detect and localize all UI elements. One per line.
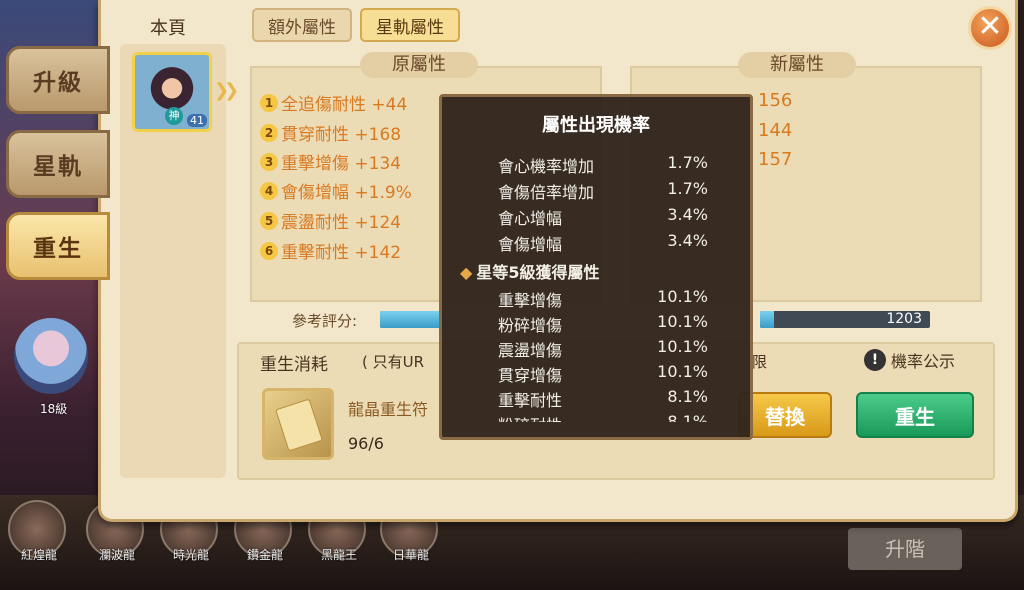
popup-attr-pct: 10.1%: [657, 362, 708, 381]
attribute-row: 4 會傷增幅 +1.9%: [260, 178, 412, 203]
popup-attr-name: 會傷增幅: [498, 235, 563, 254]
popup-row: 重擊耐性 8.1%: [498, 387, 708, 411]
character-avatar[interactable]: 神 41: [132, 52, 212, 132]
hero-name: 鑽金龍: [246, 548, 283, 562]
popup-row: 會心增幅 3.4%: [498, 205, 708, 229]
attr-number: 5: [260, 211, 278, 230]
popup-attr-pct: 8.1%: [667, 387, 708, 406]
score-value: 1203: [886, 311, 922, 327]
hero-name: 黑龍王: [320, 548, 357, 562]
attribute-row: 6 重擊耐性 +142: [260, 238, 401, 263]
score-fill: [380, 311, 444, 328]
popup-attr-name: 會心增幅: [498, 209, 563, 228]
tab-rebirth[interactable]: 重生: [6, 212, 110, 280]
popup-attr-pct: 3.4%: [667, 231, 708, 250]
rebirth-cost-title: 重生消耗: [260, 355, 328, 375]
attribute-row: 1 全追傷耐性 +44: [260, 90, 407, 115]
popup-title: 屬性出現機率: [542, 115, 650, 136]
popup-attr-pct: 10.1%: [657, 337, 708, 356]
popup-attr-name: 粉碎增傷: [498, 316, 563, 335]
popup-attr-name: 重擊耐性: [498, 391, 563, 410]
popup-section-label: 星等5級獲得屬性: [476, 263, 600, 282]
rebirth-cost-note-end: 限: [752, 353, 768, 371]
popup-row: 震盪增傷 10.1%: [498, 337, 708, 361]
rebirth-token-icon[interactable]: [262, 388, 334, 460]
attribute-row: 5 震盪耐性 +124: [260, 208, 401, 233]
popup-attr-name: 會傷倍率增加: [498, 183, 595, 202]
probability-label: 機率公示: [891, 352, 956, 371]
attr-text: 全追傷耐性 +44: [281, 95, 408, 115]
exclamation-icon: !: [864, 349, 886, 371]
popup-attr-pct: 3.4%: [667, 205, 708, 224]
probability-popup: 屬性出現機率 會心機率增加 1.7% 會傷倍率增加 1.7% 會心增幅 3.4% 會傷…: [439, 94, 753, 440]
hero-name: 日華龍: [392, 548, 429, 562]
attr-text: 貫穿耐性 +168: [281, 125, 402, 145]
close-icon: ✕: [977, 9, 1003, 44]
new-attributes-title: 新屬性: [738, 52, 856, 78]
popup-row: 會傷增幅 3.4%: [498, 231, 708, 255]
hero-level: 18級: [40, 402, 68, 416]
new-attribute-value: 157: [758, 149, 793, 170]
attr-number: 6: [260, 241, 278, 260]
token-paper: [275, 398, 323, 452]
tab-extra-attributes[interactable]: 額外屬性: [252, 8, 352, 42]
new-attribute-value: 156: [758, 90, 793, 111]
attribute-row: 2 貫穿耐性 +168: [260, 120, 401, 145]
tab-upgrade[interactable]: 升級: [6, 46, 110, 114]
popup-row: 會傷倍率增加 1.7%: [498, 179, 708, 203]
popup-row: 粉碎增傷 10.1%: [498, 312, 708, 336]
attr-number: 2: [260, 123, 278, 142]
popup-attr-name: 震盪增傷: [498, 341, 563, 360]
hero-avatar[interactable]: 紅煌龍: [8, 500, 66, 562]
new-attribute-value: 144: [758, 120, 793, 141]
page-label: 本頁: [150, 18, 186, 39]
attr-text: 重擊增傷 +134: [281, 154, 402, 174]
popup-row: 粉碎耐性 8.1%: [498, 412, 708, 422]
god-badge: 神: [165, 107, 183, 125]
original-score-bar: [380, 311, 444, 328]
hero-name: 時光龍: [172, 548, 209, 562]
double-arrow-icon: ❯❯: [214, 80, 239, 101]
attr-text: 重擊耐性 +142: [281, 243, 402, 263]
avatar-level: 41: [187, 114, 207, 127]
attr-number: 3: [260, 152, 278, 171]
popup-attr-name: 重擊增傷: [498, 291, 563, 310]
diamond-icon: ◆: [460, 263, 473, 282]
popup-attr-pct: 8.1%: [667, 412, 708, 422]
hero-name: 瀾波龍: [98, 548, 135, 562]
popup-attr-pct: 10.1%: [657, 287, 708, 306]
attr-text: 震盪耐性 +124: [281, 213, 402, 233]
attribute-row: 3 重擊增傷 +134: [260, 149, 401, 174]
popup-row: 會心機率增加 1.7%: [498, 153, 708, 177]
popup-attr-pct: 1.7%: [667, 179, 708, 198]
upgrade-button[interactable]: 升階: [848, 528, 962, 570]
popup-attr-pct: 1.7%: [667, 153, 708, 172]
popup-attr-pct: 10.1%: [657, 312, 708, 331]
rebirth-cost-note: ( 只有UR: [362, 353, 425, 371]
hero-name: 紅煌龍: [20, 548, 57, 562]
attr-number: 1: [260, 93, 278, 112]
attr-number: 4: [260, 181, 278, 200]
close-button[interactable]: ✕: [968, 6, 1012, 50]
new-score-bar: 1203: [760, 311, 930, 328]
rebirth-button[interactable]: 重生: [856, 392, 974, 438]
popup-attr-name: 會心機率增加: [498, 157, 595, 176]
item-count: 96/6: [348, 434, 384, 453]
popup-row: 貫穿增傷 10.1%: [498, 362, 708, 386]
score-fill: [760, 311, 774, 328]
tab-star-attributes[interactable]: 星軌屬性: [360, 8, 460, 42]
score-label: 參考評分:: [292, 312, 358, 330]
popup-row: 重擊增傷 10.1%: [498, 287, 708, 311]
popup-attr-name: 粉碎耐性: [498, 412, 562, 422]
hero-portrait[interactable]: [14, 318, 88, 394]
item-name: 龍晶重生符: [348, 400, 429, 419]
popup-section-header: ◆ 星等5級獲得屬性: [460, 259, 599, 283]
tab-star-track[interactable]: 星軌: [6, 130, 110, 198]
probability-link[interactable]: ! 機率公示: [864, 348, 955, 372]
attr-text: 會傷增幅 +1.9%: [281, 183, 412, 203]
original-attributes-title: 原屬性: [360, 52, 478, 78]
popup-attr-name: 貫穿增傷: [498, 366, 563, 385]
